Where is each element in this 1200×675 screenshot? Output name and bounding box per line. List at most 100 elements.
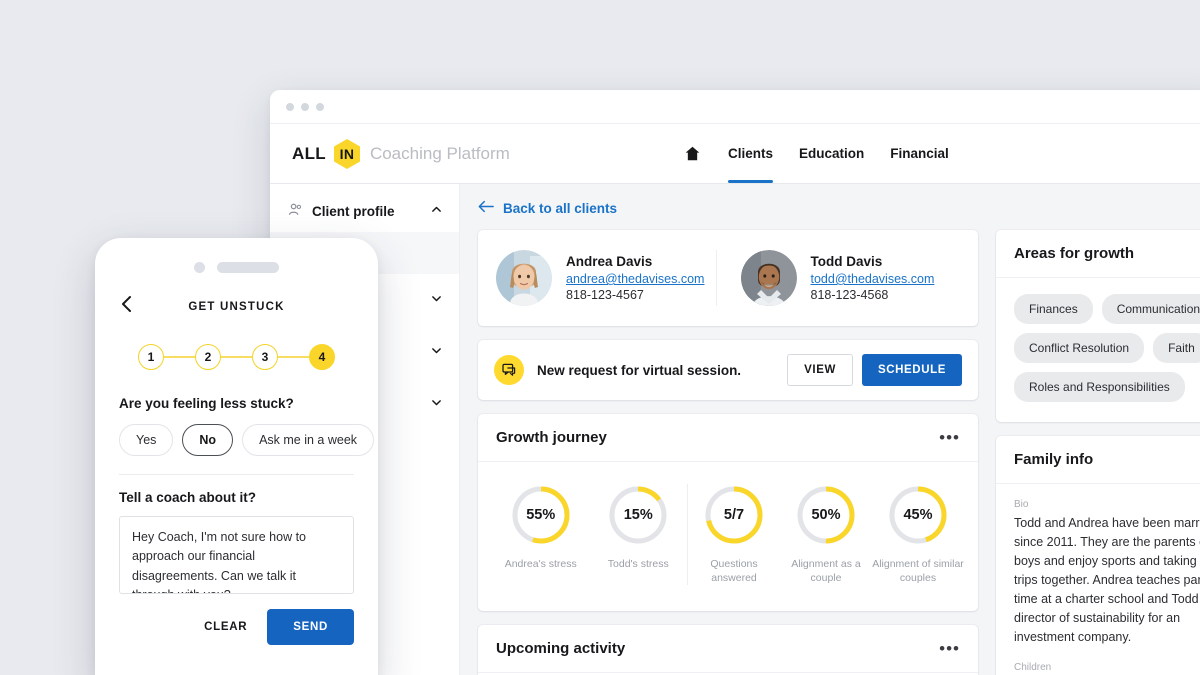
window-maximize-dot[interactable] (316, 102, 324, 111)
upcoming-activity-card: Upcoming activity ••• Jan Monthly check-… (478, 625, 978, 675)
chip-roles-and-responsibilities[interactable]: Roles and Responsibilities (1014, 372, 1185, 402)
coach-message-input[interactable]: Hey Coach, I'm not sure how to approach … (119, 516, 354, 594)
family-info-body: Bio Todd and Andrea have been married si… (996, 484, 1200, 675)
client-andrea-phone: 818-123-4567 (566, 288, 644, 302)
chevron-down-icon[interactable] (430, 396, 443, 412)
session-request-card: New request for virtual session. VIEW SC… (478, 340, 978, 400)
chevron-left-icon[interactable] (119, 295, 135, 318)
logo-suffix-text: Coaching Platform (369, 143, 510, 163)
phone-header: GET UNSTUCK (95, 273, 378, 318)
step-1[interactable]: 1 (138, 344, 164, 370)
view-button[interactable]: VIEW (787, 354, 853, 386)
window-close-dot[interactable] (286, 102, 294, 111)
chip-communication[interactable]: Communication (1101, 294, 1200, 324)
client-todd-phone: 818-123-4568 (810, 288, 889, 302)
clear-button[interactable]: CLEAR (190, 611, 261, 643)
nav-item-education-label: Education (799, 146, 865, 161)
step-3[interactable]: 3 (252, 344, 278, 370)
home-icon[interactable] (670, 124, 715, 183)
donut-andrea-stress-value: 55% (526, 507, 556, 523)
phone-camera-icon (194, 262, 205, 273)
sidebar-item-client-profile[interactable]: Client profile (270, 190, 459, 232)
main-navigation: Clients Education Financial (670, 124, 962, 183)
donut-todd-stress-ring: 15% (607, 484, 669, 546)
areas-for-growth-title: Areas for growth (1014, 245, 1135, 262)
kebab-menu-icon[interactable]: ••• (939, 640, 960, 657)
family-info-header: Family info (996, 436, 1200, 484)
phone-notch (95, 238, 378, 273)
growth-journey-card: Growth journey ••• 55% Andrea's stress 1… (478, 414, 978, 612)
growth-journey-header: Growth journey ••• (478, 414, 978, 462)
kebab-menu-icon[interactable]: ••• (939, 429, 960, 446)
chevron-up-icon[interactable] (430, 203, 443, 219)
avatar-todd (740, 250, 797, 306)
donut-alignment-couple: 50% Alignment as a couple (780, 484, 872, 585)
areas-for-growth-header: Areas for growth (996, 230, 1200, 278)
client-todd-name: Todd Davis (810, 254, 883, 269)
back-to-all-clients-link[interactable]: Back to all clients (478, 200, 1200, 216)
phone-answer-options: Yes No Ask me in a week (95, 411, 378, 456)
desktop-browser-window: ALL IN Coaching Platform Clients Educati… (270, 90, 1200, 675)
app-logo[interactable]: ALL IN Coaching Platform (292, 138, 510, 170)
step-connector-2 (221, 356, 252, 358)
person-icon (288, 202, 303, 220)
phone-actions: CLEAR SEND (95, 594, 378, 645)
client-andrea-email[interactable]: andrea@thedavises.com (566, 272, 704, 286)
sidebar-client-profile-label: Client profile (312, 203, 395, 219)
back-to-all-clients-label: Back to all clients (503, 200, 618, 216)
donut-andrea-stress-ring: 55% (510, 484, 572, 546)
option-no[interactable]: No (182, 424, 234, 456)
avatar-andrea (496, 250, 552, 306)
areas-for-growth-card: Areas for growth Finances Communication … (996, 230, 1200, 422)
chip-conflict-resolution[interactable]: Conflict Resolution (1014, 333, 1145, 363)
logo-all-text: ALL (292, 143, 326, 163)
nav-item-education[interactable]: Education (786, 124, 877, 183)
donut-alignment-similar-label: Alignment of similar couples (872, 558, 964, 585)
donut-andrea-stress-label: Andrea's stress (504, 558, 577, 570)
option-yes[interactable]: Yes (119, 424, 174, 456)
chat-bubble-icon (494, 355, 524, 385)
client-todd-email[interactable]: todd@thedavises.com (811, 272, 935, 286)
family-bio-label: Bio (1014, 499, 1029, 510)
secondary-column: Areas for growth Finances Communication … (996, 230, 1200, 675)
step-4[interactable]: 4 (309, 344, 335, 370)
chevron-down-icon[interactable] (430, 292, 443, 308)
chip-finances[interactable]: Finances (1014, 294, 1093, 324)
nav-item-financial[interactable]: Financial (877, 124, 962, 183)
donut-alignment-similar-value: 45% (903, 507, 933, 523)
donut-andrea-stress: 55% Andrea's stress (495, 484, 587, 571)
donut-group-alignment: 5/7 Questions answered 50% Alignment as … (687, 484, 964, 586)
phone-step-indicator: 1 2 3 4 (95, 318, 378, 370)
donut-alignment-similar-ring: 45% (887, 484, 949, 546)
client-andrea[interactable]: Andrea Davis andrea@thedavises.com 818-1… (496, 250, 716, 306)
client-todd[interactable]: Todd Davis todd@thedavises.com 818-123-4… (715, 250, 961, 306)
window-minimize-dot[interactable] (301, 102, 309, 111)
areas-for-growth-chips: Finances Communication Conflict Resoluti… (996, 278, 1200, 422)
donut-alignment-couple-value: 50% (811, 507, 841, 523)
nav-item-financial-label: Financial (890, 146, 949, 161)
option-ask-me-in-a-week[interactable]: Ask me in a week (242, 424, 375, 456)
chevron-down-icon[interactable] (430, 344, 443, 360)
donut-todd-stress-value: 15% (623, 507, 653, 523)
step-2[interactable]: 2 (195, 344, 221, 370)
family-bio-text: Todd and Andrea have been married since … (1014, 516, 1200, 644)
phone-question-text: Are you feeling less stuck? (119, 396, 294, 411)
send-button[interactable]: SEND (267, 609, 354, 645)
donut-questions-answered-value: 5/7 (723, 507, 745, 523)
primary-column: Andrea Davis andrea@thedavises.com 818-1… (478, 230, 978, 675)
step-connector-1 (164, 356, 195, 358)
step-connector-3 (278, 356, 309, 358)
donut-alignment-couple-ring: 50% (795, 484, 857, 546)
chip-faith[interactable]: Faith (1153, 333, 1200, 363)
schedule-button[interactable]: SCHEDULE (861, 354, 962, 386)
growth-journey-donuts: 55% Andrea's stress 15% Todd's stress 5/… (478, 462, 978, 611)
nav-item-clients[interactable]: Clients (715, 124, 786, 183)
family-info-card: Family info Bio Todd and Andrea have bee… (996, 436, 1200, 675)
session-request-text: New request for virtual session. (537, 362, 742, 378)
donut-alignment-similar: 45% Alignment of similar couples (872, 484, 964, 585)
growth-journey-title: Growth journey (496, 429, 607, 446)
donut-todd-stress: 15% Todd's stress (592, 484, 684, 571)
donut-alignment-couple-label: Alignment as a couple (791, 558, 861, 585)
donut-questions-answered-label: Questions answered (710, 558, 758, 585)
arrow-left-icon (478, 200, 494, 216)
